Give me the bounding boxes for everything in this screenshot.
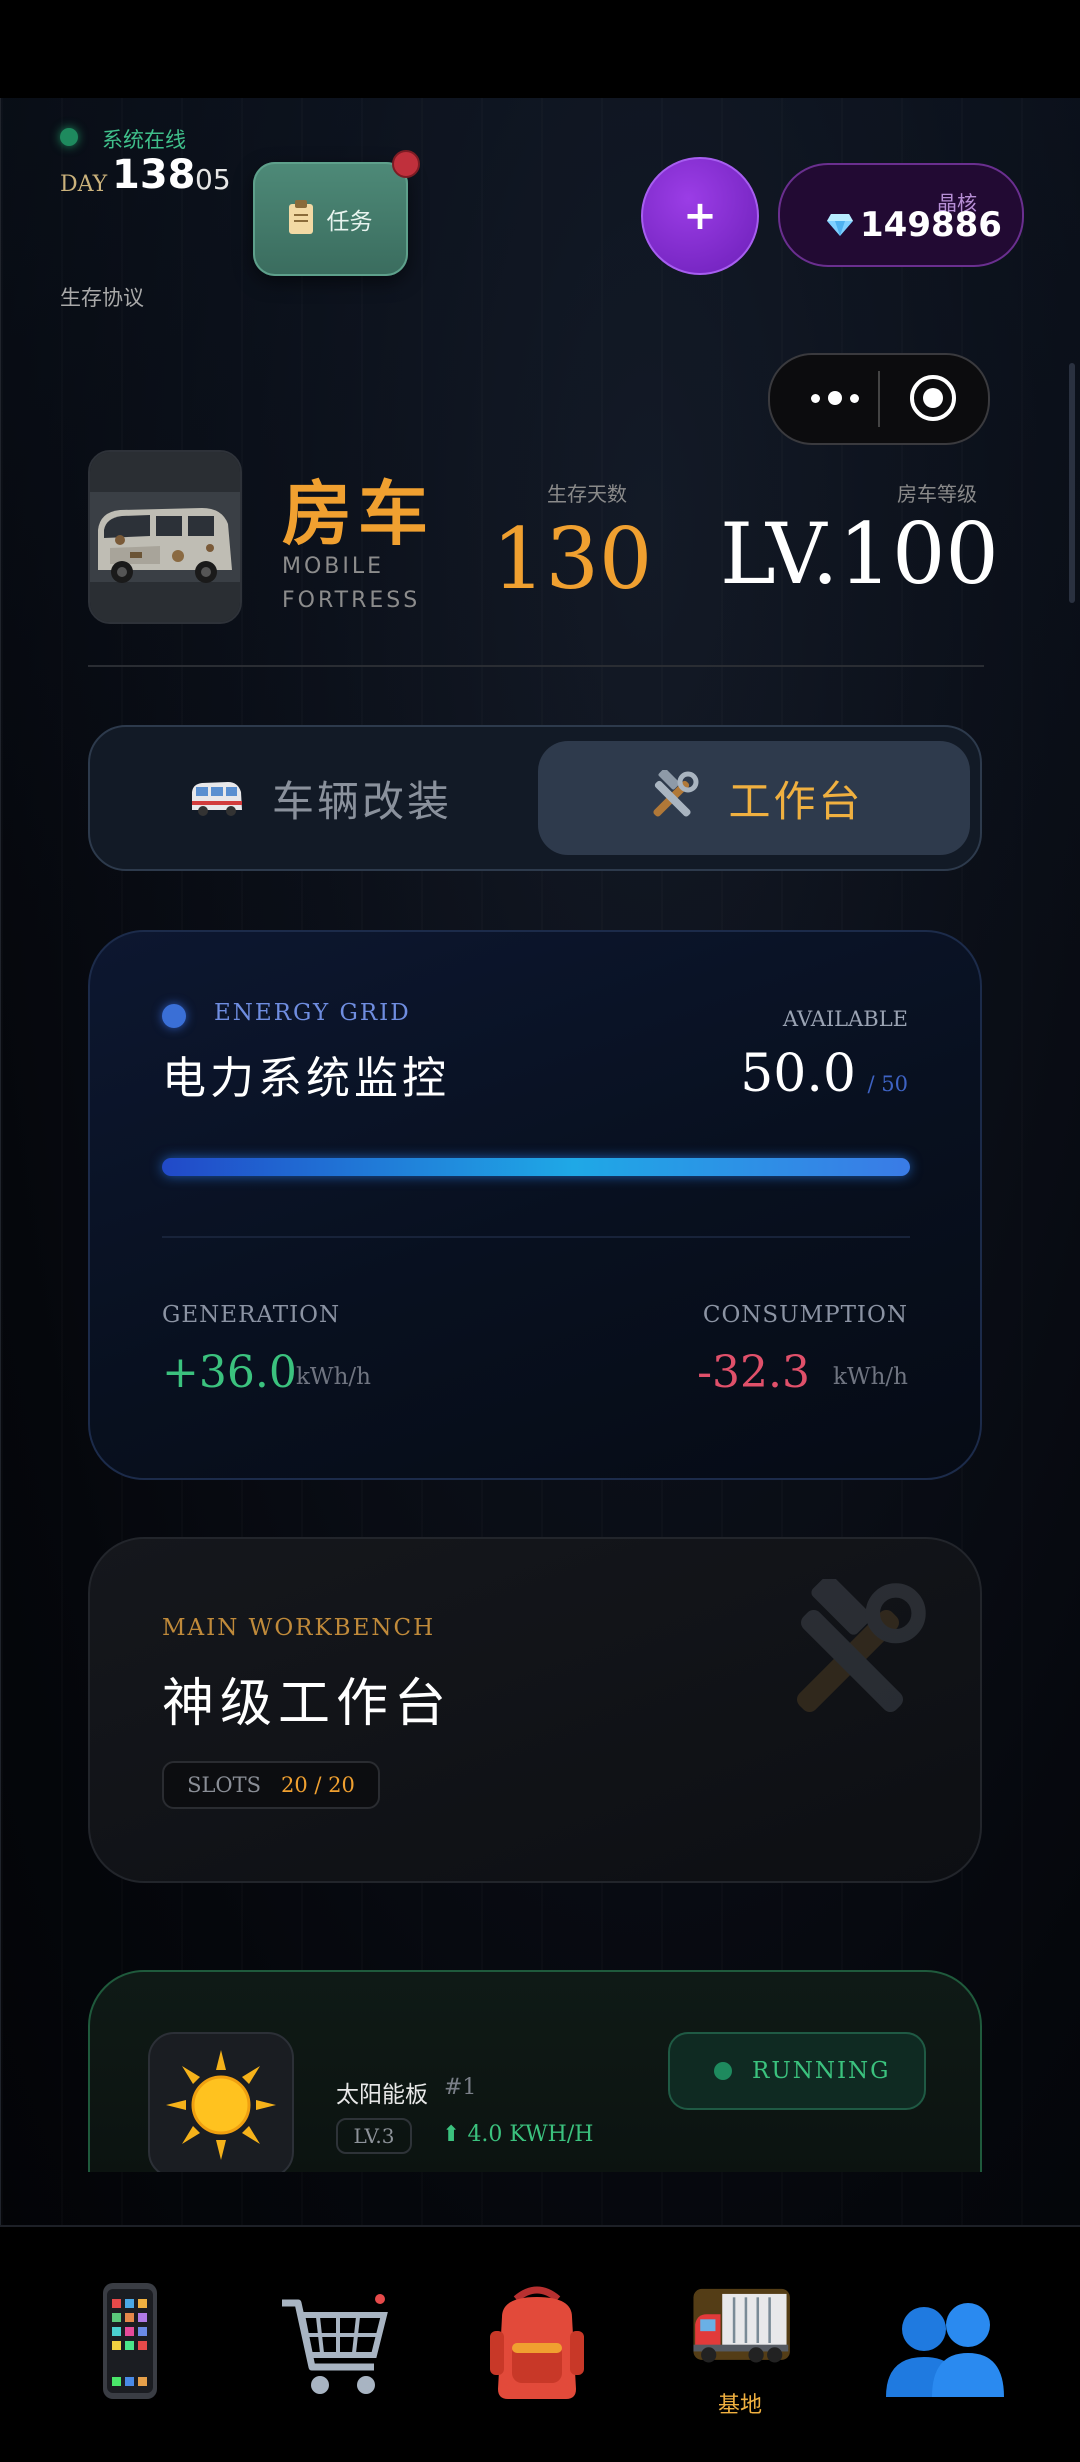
people-icon xyxy=(886,2303,1004,2397)
bottom-navigation: 基地 xyxy=(0,2225,1080,2462)
module-index: #1 xyxy=(444,2075,477,2100)
running-dot xyxy=(714,2062,732,2080)
energy-indicator-dot xyxy=(162,1004,186,1028)
generation-unit: kWh/h xyxy=(296,1364,371,1390)
nav-item-social[interactable] xyxy=(870,2277,1020,2447)
backpack-icon xyxy=(490,2286,584,2399)
status-bar-area xyxy=(0,0,1080,98)
day-label: DAY xyxy=(60,172,108,197)
nav-item-base[interactable]: 基地 xyxy=(665,2277,815,2447)
cart-icon xyxy=(282,2294,388,2394)
diamond-icon xyxy=(827,214,853,236)
survival-days-value: 130 xyxy=(492,510,653,608)
module-output-rate: ⬆ 4.0 KWH/H xyxy=(442,2122,593,2147)
workbench-title: 神级工作台 xyxy=(162,1674,453,1734)
add-button[interactable]: + xyxy=(641,157,759,275)
phone-icon xyxy=(103,2283,157,2399)
vehicle-level-value: LV.100 xyxy=(720,505,999,603)
consumption-unit: kWh/h xyxy=(833,1364,908,1390)
online-status-text: 系统在线 xyxy=(102,128,186,152)
consumption-value: -32.3 xyxy=(697,1347,810,1398)
tab-workbench-label: 工作台 xyxy=(728,776,864,826)
slots-value: 20 / 20 xyxy=(281,1773,355,1797)
task-notification-badge xyxy=(392,150,420,178)
running-label: RUNNING xyxy=(752,2058,891,2084)
energy-grid-tag: ENERGY GRID xyxy=(214,1000,411,1026)
vehicle-subtitle: MOBILE FORTRESS xyxy=(282,554,421,613)
nav-label-base: 基地 xyxy=(717,2393,762,2418)
nav-item-backpack[interactable] xyxy=(462,2277,612,2447)
slots-label: SLOTS xyxy=(187,1773,262,1797)
energy-progress-track xyxy=(162,1158,910,1176)
tools-watermark-icon xyxy=(796,1579,926,1713)
generation-value: +36.0 xyxy=(162,1347,297,1398)
available-label: AVAILABLE xyxy=(782,1007,908,1031)
running-status-badge[interactable]: RUNNING xyxy=(668,2032,926,2110)
online-status-dot xyxy=(60,128,78,146)
tab-vehicle-modify[interactable]: 车辆改装 xyxy=(104,741,536,855)
tools-icon xyxy=(653,770,699,817)
module-name: 太阳能板 xyxy=(336,2082,428,2108)
module-level-badge: LV.3 xyxy=(336,2118,412,2154)
main-workbench-card[interactable]: MAIN WORKBENCH 神级工作台 SLOTS 20 / 20 xyxy=(88,1537,982,1883)
consumption-label: CONSUMPTION xyxy=(702,1302,908,1328)
energy-card-title: 电力系统监控 xyxy=(162,1053,450,1104)
vehicle-image xyxy=(88,450,242,624)
nav-item-phone[interactable] xyxy=(55,2277,205,2447)
clipboard-icon xyxy=(288,200,313,234)
close-target-icon[interactable] xyxy=(910,375,956,421)
survival-protocol-link[interactable]: 生存协议 xyxy=(60,282,144,312)
divider xyxy=(88,665,984,667)
survival-days-label: 生存天数 xyxy=(547,482,627,506)
module-rate-value: 4.0 KWH/H xyxy=(467,2122,594,2147)
solar-panel-module-card[interactable]: 太阳能板 #1 LV.3 ⬆ 4.0 KWH/H RUNNING xyxy=(88,1970,982,2172)
day-sub-number: 05 xyxy=(195,163,231,196)
module-icon-box xyxy=(148,2032,294,2172)
workbench-tag: MAIN WORKBENCH xyxy=(162,1615,436,1641)
van-icon xyxy=(191,782,242,816)
mode-tabs: 车辆改装 工作台 xyxy=(88,725,982,871)
gem-value: 149886 xyxy=(860,205,1002,245)
energy-grid-card: ENERGY GRID 电力系统监控 AVAILABLE 50.0 / 50 G… xyxy=(88,930,982,1480)
nav-item-shop[interactable] xyxy=(258,2277,408,2447)
gem-currency-pill[interactable]: 晶核 149886 xyxy=(778,163,1024,267)
tab-workbench[interactable]: 工作台 xyxy=(538,741,970,855)
capsule-divider xyxy=(878,371,880,427)
available-value: 50.0 xyxy=(740,1044,856,1104)
energy-progress-fill xyxy=(162,1158,910,1176)
scrollbar[interactable] xyxy=(1069,363,1075,603)
tab-vehicle-label: 车辆改装 xyxy=(271,776,452,826)
task-button[interactable]: 任务 xyxy=(253,162,408,276)
slots-badge: SLOTS 20 / 20 xyxy=(162,1761,380,1809)
day-number: 138 xyxy=(112,152,196,198)
available-max: / 50 xyxy=(867,1072,908,1096)
vehicle-title: 房车 xyxy=(282,473,434,555)
more-options-icon[interactable] xyxy=(800,381,870,415)
vehicle-level-label: 房车等级 xyxy=(897,482,977,506)
truck-icon xyxy=(693,2288,790,2363)
rusty-van-icon xyxy=(90,452,240,622)
task-button-label: 任务 xyxy=(326,209,373,235)
app-root: 系统在线 DAY 138 05 生存协议 任务 + 晶核 149886 房车 M… xyxy=(0,0,1080,2462)
module-list-viewport: 太阳能板 #1 LV.3 ⬆ 4.0 KWH/H RUNNING xyxy=(0,1960,1080,2172)
sun-icon xyxy=(166,2050,276,2160)
card-divider xyxy=(162,1236,910,1238)
miniprogram-capsule xyxy=(768,353,990,445)
arrow-up-icon: ⬆ xyxy=(442,2122,461,2147)
generation-label: GENERATION xyxy=(162,1302,341,1328)
